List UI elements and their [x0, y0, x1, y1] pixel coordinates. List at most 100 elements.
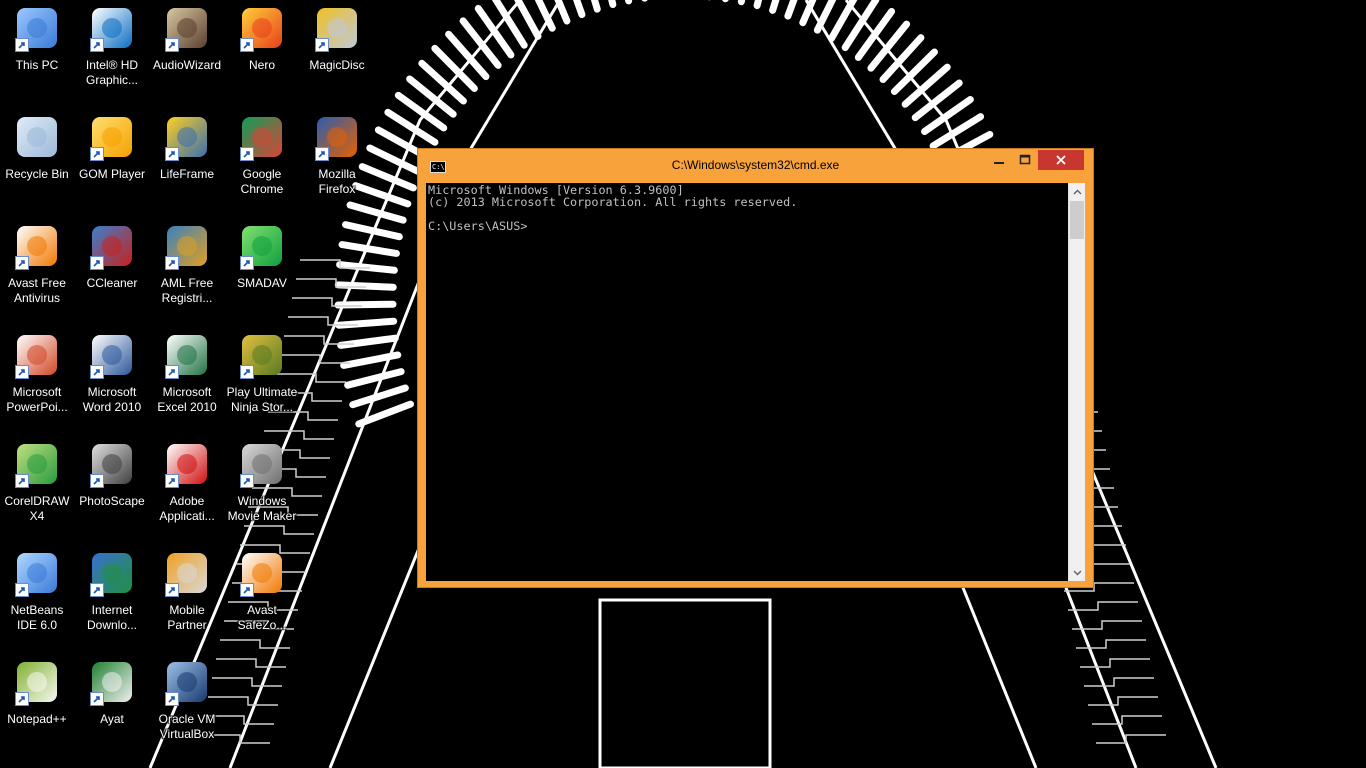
shortcut-arrow-icon [15, 365, 29, 379]
shortcut-arrow-icon [90, 583, 104, 597]
desktop-shortcut[interactable]: This PC [0, 0, 74, 104]
desktop-shortcut[interactable]: Microsoft PowerPoi... [0, 327, 74, 431]
desktop-shortcut-label: Notepad++ [7, 712, 67, 726]
shortcut-arrow-icon [90, 692, 104, 706]
desktop-shortcut[interactable]: Avast SafeZo... [225, 545, 299, 649]
shortcut-arrow-icon [240, 256, 254, 270]
shortcut-arrow-icon [240, 583, 254, 597]
photoscape-icon [88, 440, 136, 488]
cmd-window[interactable]: C:\ C:\Windows\system32\cmd.exe Microsof… [417, 148, 1094, 588]
shortcut-arrow-icon [165, 38, 179, 52]
desktop-shortcut[interactable]: NetBeans IDE 6.0 [0, 545, 74, 649]
shortcut-arrow-icon [15, 692, 29, 706]
desktop-shortcut[interactable]: Intel® HD Graphic... [75, 0, 149, 104]
shortcut-arrow-icon [165, 474, 179, 488]
shortcut-arrow-icon [315, 38, 329, 52]
desktop-shortcut[interactable]: CCleaner [75, 218, 149, 322]
shortcut-arrow-icon [90, 474, 104, 488]
adobe-icon [163, 440, 211, 488]
shortcut-arrow-icon [15, 474, 29, 488]
desktop-shortcut[interactable]: Avast Free Antivirus [0, 218, 74, 322]
avast-icon [13, 222, 61, 270]
shortcut-arrow-icon [240, 147, 254, 161]
nero-icon [238, 4, 286, 52]
powerpoint-icon [13, 331, 61, 379]
firefox-icon [313, 113, 361, 161]
chevron-up-icon [1073, 189, 1082, 194]
desktop-shortcut-label: Oracle VM VirtualBox [158, 712, 216, 741]
desktop-shortcut-label: Internet Downlo... [86, 603, 138, 632]
coreldraw-icon [13, 440, 61, 488]
shortcut-arrow-icon [15, 38, 29, 52]
excel-icon [163, 331, 211, 379]
console-line: C:\Users\ASUS> [428, 219, 528, 233]
desktop-shortcut-label: Google Chrome [240, 167, 284, 196]
smadav-icon [238, 222, 286, 270]
desktop-shortcut[interactable]: Microsoft Word 2010 [75, 327, 149, 431]
gom-player-icon [88, 113, 136, 161]
scrollbar-thumb[interactable] [1070, 201, 1084, 239]
audiowizard-icon [163, 4, 211, 52]
lifeframe-icon [163, 113, 211, 161]
console-output[interactable]: Microsoft Windows [Version 6.3.9600] (c) … [428, 184, 1068, 578]
desktop-shortcut[interactable]: LifeFrame [150, 109, 224, 213]
desktop-shortcut[interactable]: Ayat [75, 654, 149, 758]
chevron-down-icon [1073, 570, 1082, 575]
desktop-shortcut[interactable]: Notepad++ [0, 654, 74, 758]
console-area[interactable]: Microsoft Windows [Version 6.3.9600] (c) … [426, 183, 1085, 581]
desktop-shortcut[interactable]: Oracle VM VirtualBox [150, 654, 224, 758]
desktop-shortcut[interactable]: GOM Player [75, 109, 149, 213]
desktop-shortcut[interactable]: Adobe Applicati... [150, 436, 224, 540]
shortcut-arrow-icon [15, 256, 29, 270]
desktop-shortcut-label: PhotoScape [79, 494, 145, 508]
desktop-shortcut-label: Intel® HD Graphic... [85, 58, 139, 87]
desktop-icons: This PC Intel® HD Graphic... AudioWizard Ne… [0, 0, 365, 768]
vertical-scrollbar[interactable] [1068, 183, 1085, 581]
desktop-shortcut-label: Microsoft PowerPoi... [6, 385, 68, 414]
shortcut-arrow-icon [240, 474, 254, 488]
desktop-shortcut[interactable]: Mozilla Firefox [300, 109, 374, 213]
desktop-shortcut-label: CorelDRAW X4 [4, 494, 70, 523]
desktop-shortcut-label: Nero [248, 58, 275, 72]
maximize-button[interactable] [1012, 150, 1038, 170]
desktop-shortcut-label: Ayat [100, 712, 124, 726]
desktop-shortcut[interactable]: CorelDRAW X4 [0, 436, 74, 540]
desktop-shortcut[interactable]: Play Ultimate Ninja Stor... [225, 327, 299, 431]
netbeans-icon [13, 549, 61, 597]
shortcut-arrow-icon [165, 256, 179, 270]
scroll-up-button[interactable] [1069, 183, 1086, 200]
desktop-shortcut[interactable]: SMADAV [225, 218, 299, 322]
cmd-titlebar[interactable]: C:\ C:\Windows\system32\cmd.exe [418, 149, 1093, 183]
intel-graphics-icon [88, 4, 136, 52]
console-line: (c) 2013 Microsoft Corporation. All righ… [428, 195, 798, 209]
chrome-icon [238, 113, 286, 161]
close-button[interactable] [1038, 150, 1084, 170]
shortcut-arrow-icon [315, 147, 329, 161]
naruto-game-icon [238, 331, 286, 379]
minimize-button[interactable] [986, 150, 1012, 170]
desktop-shortcut[interactable]: Google Chrome [225, 109, 299, 213]
desktop-shortcut[interactable]: AML Free Registri... [150, 218, 224, 322]
close-icon [1056, 155, 1066, 165]
desktop-shortcut[interactable]: Recycle Bin [0, 109, 74, 213]
aml-registry-icon [163, 222, 211, 270]
desktop-shortcut[interactable]: PhotoScape [75, 436, 149, 540]
desktop-shortcut[interactable]: Nero [225, 0, 299, 104]
desktop-shortcut[interactable]: Microsoft Excel 2010 [150, 327, 224, 431]
desktop-shortcut[interactable]: MagicDisc [300, 0, 374, 104]
desktop-shortcut[interactable]: AudioWizard [150, 0, 224, 104]
this-pc-icon [13, 4, 61, 52]
desktop-shortcut[interactable]: Internet Downlo... [75, 545, 149, 649]
word-icon [88, 331, 136, 379]
desktop-shortcut-label: This PC [15, 58, 59, 72]
desktop-shortcut-label: GOM Player [78, 167, 145, 181]
maximize-icon [1019, 154, 1031, 165]
scroll-down-button[interactable] [1069, 564, 1086, 581]
shortcut-arrow-icon [165, 365, 179, 379]
desktop-shortcut[interactable]: Mobile Partner [150, 545, 224, 649]
shortcut-arrow-icon [90, 147, 104, 161]
shortcut-arrow-icon [15, 583, 29, 597]
desktop-shortcut[interactable]: Windows Movie Maker [225, 436, 299, 540]
desktop-shortcut-label: LifeFrame [159, 167, 215, 181]
ccleaner-icon [88, 222, 136, 270]
